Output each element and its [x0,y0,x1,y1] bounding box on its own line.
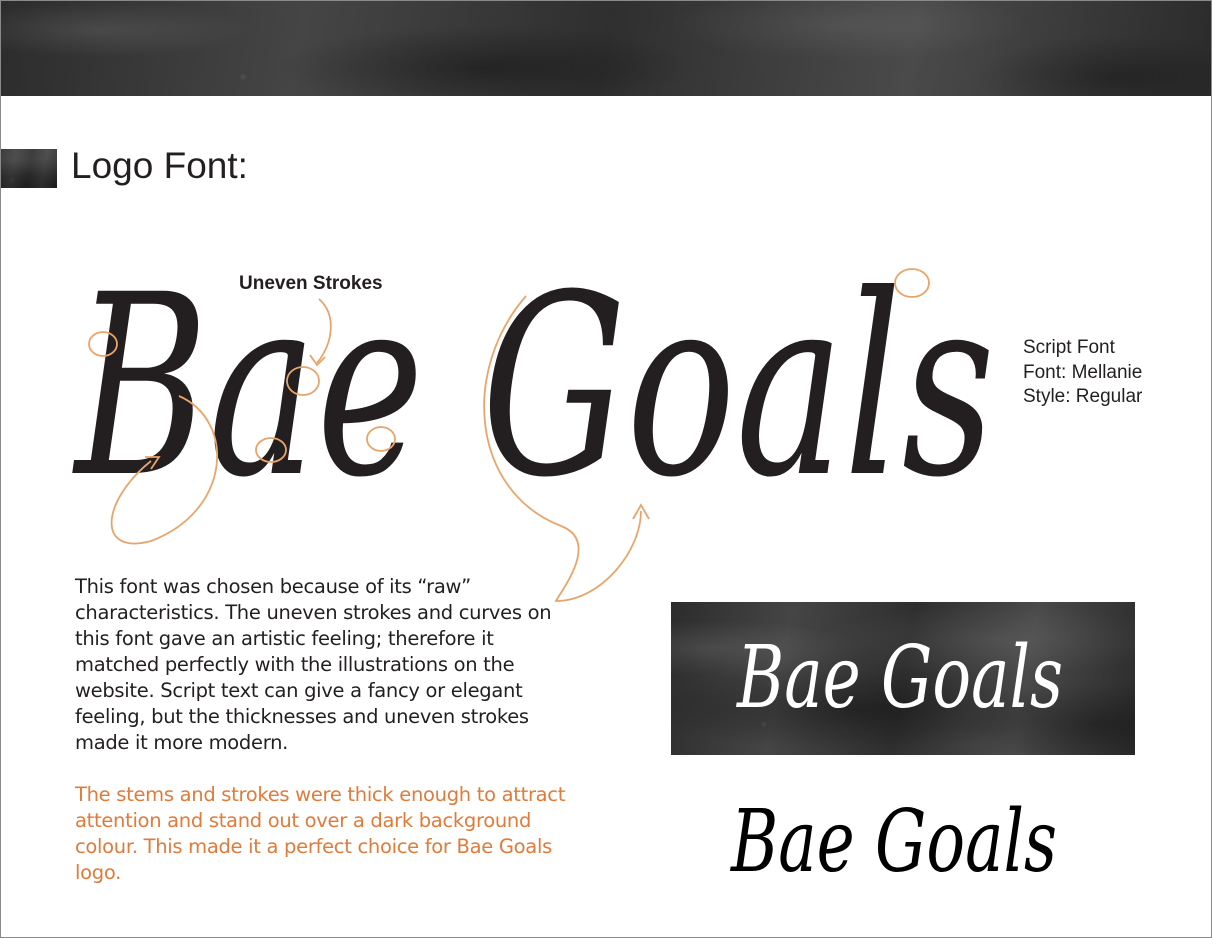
logo-preview-light-text: Bae Goals [730,792,1057,892]
font-specs: Script Font Font: Mellanie Style: Regula… [1023,336,1142,410]
font-name: Font: Mellanie [1023,361,1143,383]
main-wordmark: Bae Goals Uneven Strokes [1,251,1211,611]
logo-preview-light-art: Bae Goals [730,792,1057,892]
logo-preview-light: Bae Goals [701,776,1121,916]
highlight-paragraph: The stems and strokes were thick enough … [75,783,566,884]
section-marker [1,149,57,188]
font-category: Script Font [1023,337,1115,358]
logo-preview-dark-text: Bae Goals [736,628,1063,728]
logo-preview-dark: Bae Goals [671,602,1135,755]
stone-texture-banner [1,1,1211,96]
annotation-label: Uneven Strokes [239,273,383,294]
description-paragraph: This font was chosen because of its “raw… [75,575,552,754]
font-style: Style: Regular [1023,386,1143,407]
logo-font-page: Logo Font: Bae Goals Uneven Strokes Scri… [0,0,1212,938]
logo-preview-dark-art: Bae Goals [736,628,1063,728]
wordmark-text: Bae Goals [72,251,995,532]
section-title: Logo Font: [71,145,248,186]
wordmark-illustration: Bae Goals Uneven Strokes [72,251,995,602]
